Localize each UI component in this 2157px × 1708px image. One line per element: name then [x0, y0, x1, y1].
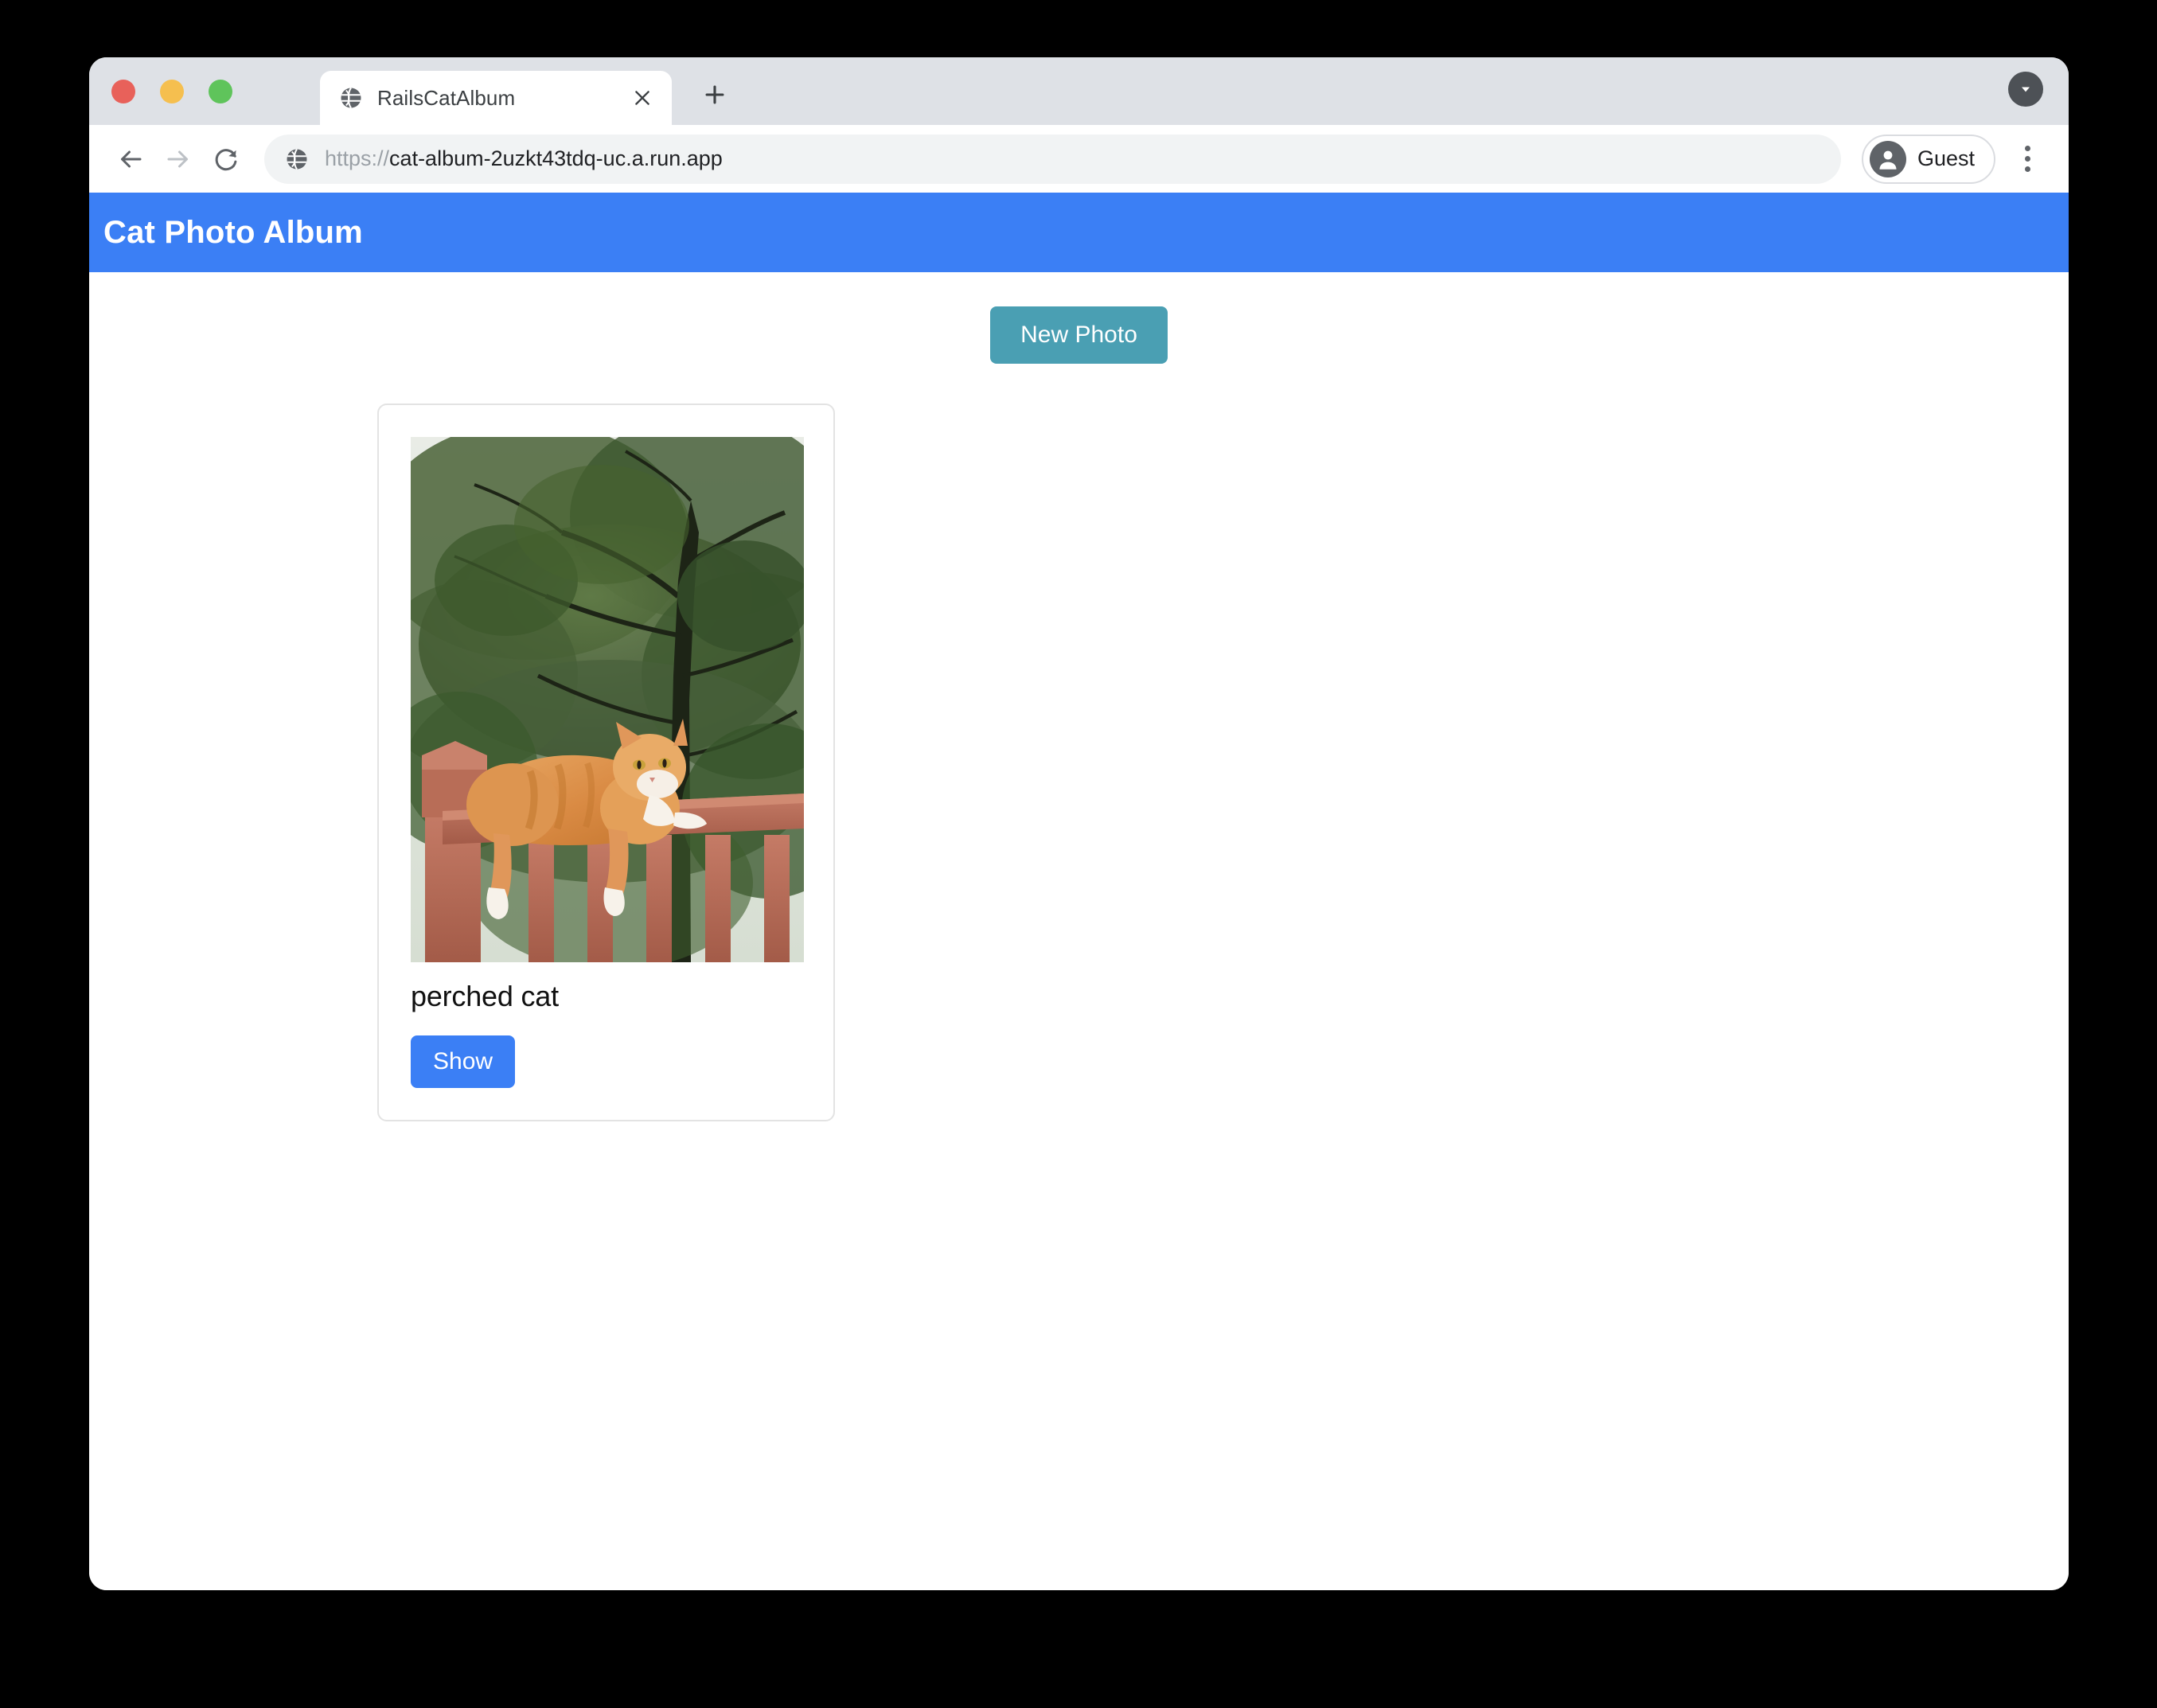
forward-button[interactable] [154, 135, 202, 183]
minimize-window-button[interactable] [160, 80, 184, 103]
window-controls [111, 80, 232, 103]
tab-search-chevron-down-icon[interactable] [2008, 72, 2043, 107]
browser-window: RailsCatAlbum https://cat-album-2uzkt43t… [89, 57, 2069, 1590]
tab-title: RailsCatAlbum [377, 85, 516, 110]
close-tab-icon[interactable] [627, 83, 657, 113]
app-header: Cat Photo Album [89, 193, 2069, 272]
back-button[interactable] [107, 135, 154, 183]
new-photo-button[interactable]: New Photo [990, 306, 1168, 364]
url-scheme: https:// [325, 146, 390, 170]
url-host: cat-album-2uzkt43tdq-uc.a.run.app [389, 146, 723, 170]
photo-caption: perched cat [411, 980, 559, 1012]
globe-icon [339, 86, 363, 110]
browser-tab[interactable]: RailsCatAlbum [320, 71, 672, 125]
menu-dot [2024, 146, 2030, 151]
tab-strip: RailsCatAlbum [89, 57, 2069, 125]
site-globe-icon [285, 147, 309, 171]
person-icon [1869, 140, 1906, 177]
menu-dot [2024, 166, 2030, 172]
close-window-button[interactable] [111, 80, 135, 103]
profile-name: Guest [1917, 146, 1975, 170]
maximize-window-button[interactable] [209, 80, 232, 103]
page-title: Cat Photo Album [103, 214, 363, 250]
address-bar[interactable]: https://cat-album-2uzkt43tdq-uc.a.run.ap… [264, 134, 1841, 184]
profile-button[interactable]: Guest [1861, 134, 1995, 184]
url-text: https://cat-album-2uzkt43tdq-uc.a.run.ap… [325, 146, 723, 171]
browser-toolbar: https://cat-album-2uzkt43tdq-uc.a.run.ap… [89, 125, 2069, 193]
photo-grid: perched cat Show [89, 404, 2069, 1121]
cat-photo-illustration [411, 437, 804, 962]
three-dot-menu-icon[interactable] [2007, 135, 2048, 183]
new-photo-row: New Photo [89, 272, 2069, 364]
page-viewport: Cat Photo Album New Photo perched cat Sh… [89, 193, 2069, 1590]
cat-photo-image[interactable] [411, 437, 804, 962]
menu-dot [2024, 156, 2030, 162]
reload-button[interactable] [202, 135, 250, 183]
new-tab-button[interactable] [694, 74, 735, 115]
photo-card: perched cat Show [377, 404, 835, 1121]
show-photo-button[interactable]: Show [411, 1035, 516, 1088]
